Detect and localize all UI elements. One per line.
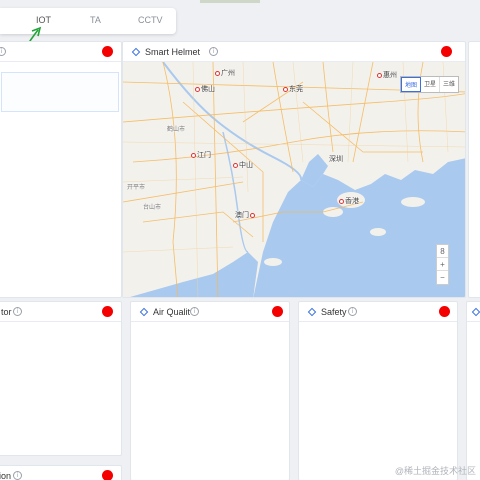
diamond-icon: [131, 47, 141, 57]
zoom-in-button[interactable]: +: [437, 258, 448, 271]
map-label-shenzhen: 深圳: [329, 156, 343, 163]
tab-ta[interactable]: TA: [90, 15, 101, 25]
map-label-heshan: 鹤山市: [167, 127, 186, 133]
status-dot: [439, 306, 450, 317]
map-label-zhongshan: 中山: [233, 160, 253, 170]
status-dot: [441, 46, 452, 57]
smart-helmet-panel: Smart Helmet i 广州 惠州 佛山 东莞 鹤山市 江门 中山 深圳 …: [122, 41, 466, 298]
safety-panel: Safety i: [298, 301, 458, 480]
map-label-taishan: 台山市: [143, 205, 162, 211]
map-type-satellite[interactable]: 卫星: [421, 77, 440, 92]
diamond-icon: [307, 307, 317, 317]
zoom-control: 8 + −: [436, 244, 449, 285]
panel-title: Air Qualit: [153, 307, 191, 317]
tab-bar: IOT TA CCTV: [0, 8, 176, 34]
map-label-jiangmen: 江门: [191, 150, 211, 160]
zoom-level: 8: [437, 245, 448, 258]
watermark: @稀土掘金技术社区: [394, 466, 476, 476]
info-icon[interactable]: i: [0, 47, 6, 56]
top-strip: [200, 0, 260, 3]
panel-title: Smart Helmet: [145, 47, 201, 57]
status-dot: [102, 470, 113, 480]
diamond-icon: [139, 307, 149, 317]
left-mid-panel: tor i: [0, 301, 122, 456]
map-label-guangzhou: 广州: [215, 68, 235, 78]
map-label-kaiping: 开平市: [127, 185, 146, 191]
info-icon[interactable]: i: [13, 471, 22, 480]
diamond-icon: [471, 307, 480, 317]
panel-header: Smart Helmet i: [123, 42, 465, 62]
map-type-switch: 地图 卫星 三维: [399, 76, 459, 93]
map-type-3d[interactable]: 三维: [440, 77, 458, 92]
right-edge-lower-panel: [466, 301, 480, 480]
map-type-standard[interactable]: 地图: [400, 77, 421, 92]
panel-title: ion: [0, 471, 12, 480]
map-view[interactable]: 广州 惠州 佛山 东莞 鹤山市 江门 中山 深圳 开平市 台山市 澳门 香港 地…: [123, 62, 465, 297]
map-label-foshan: 佛山: [195, 84, 215, 94]
info-icon[interactable]: i: [348, 307, 357, 316]
status-dot: [102, 46, 113, 57]
map-label-macau: 澳门: [235, 210, 256, 220]
panel-title: tor: [1, 307, 12, 317]
left-bottom-panel: ion i: [0, 465, 122, 480]
info-icon[interactable]: i: [13, 307, 22, 316]
status-dot: [272, 306, 283, 317]
panel-header: Safety i: [299, 302, 457, 322]
panel-header: i: [0, 42, 121, 62]
map-label-dongguan: 东莞: [283, 84, 303, 94]
panel-header: tor i: [0, 302, 121, 322]
zoom-out-button[interactable]: −: [437, 271, 448, 284]
map-canvas: [123, 62, 465, 297]
filter-box: [1, 72, 119, 112]
right-edge-panel: [468, 41, 480, 298]
map-label-huizhou: 惠州: [377, 70, 397, 80]
panel-title: Safety: [321, 307, 347, 317]
air-quality-panel: Air Qualit i: [130, 301, 290, 480]
left-top-panel: i: [0, 41, 122, 298]
info-icon[interactable]: i: [190, 307, 199, 316]
status-dot: [102, 306, 113, 317]
map-label-hongkong: 香港: [339, 196, 359, 206]
tab-cctv[interactable]: CCTV: [138, 15, 163, 25]
info-icon[interactable]: i: [209, 47, 218, 56]
tab-iot[interactable]: IOT: [36, 15, 51, 25]
panel-header: ion i: [0, 466, 121, 480]
panel-header: Air Qualit i: [131, 302, 289, 322]
panel-header: [467, 302, 480, 322]
